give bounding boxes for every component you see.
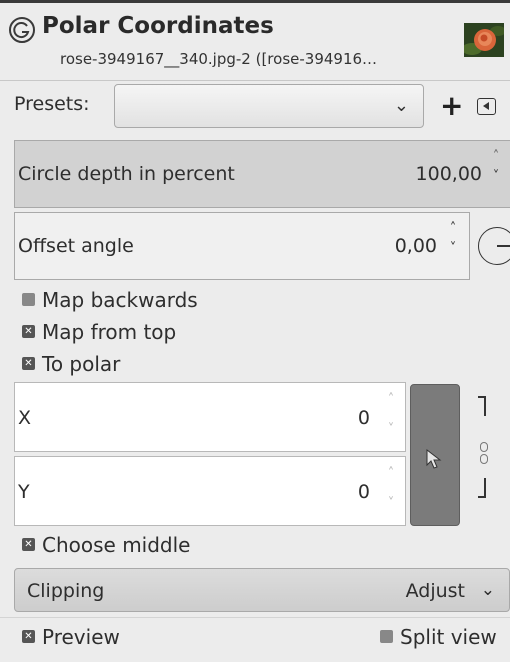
circle-depth-spinscale[interactable]: Circle depth in percent 100,00 ˄ ˅ [14,140,510,208]
pointer-icon [426,448,442,469]
chain-link-icon[interactable] [480,442,488,466]
checkbox-checked-icon[interactable]: ✕ [22,325,35,338]
offset-angle-spinscale[interactable]: Offset angle 0,00 ˄ ˅ [14,212,470,280]
presets-combobox[interactable]: ⌄ [114,84,424,128]
map-from-top-label: Map from top [42,320,177,344]
checkbox-checked-icon[interactable]: ✕ [22,630,35,643]
center-x-field[interactable]: X 0 ˄ ˅ [14,382,406,452]
presets-label: Presets: [14,93,90,115]
offset-angle-label: Offset angle [18,235,134,257]
chevron-down-icon: ⌄ [480,580,495,600]
y-stepper[interactable]: ˄ ˅ [381,459,401,519]
x-value[interactable]: 0 [358,407,370,429]
checkbox-icon[interactable] [380,630,393,643]
increment-icon[interactable]: ˄ [443,219,463,239]
header-separator [0,80,510,81]
decrement-icon[interactable]: ˅ [381,415,401,445]
increment-icon[interactable]: ˄ [381,459,401,489]
decrement-icon[interactable]: ˅ [486,167,506,187]
offset-angle-value[interactable]: 0,00 [395,235,437,257]
presets-menu-button[interactable] [477,98,496,115]
center-y-field[interactable]: Y 0 ˄ ˅ [14,456,406,526]
pick-coordinates-button[interactable] [410,384,460,526]
choose-middle-label: Choose middle [42,533,191,557]
polar-coordinates-icon [9,17,35,43]
chain-bracket-top [478,396,486,416]
circle-depth-stepper[interactable]: ˄ ˅ [486,147,506,187]
image-subtitle: rose-3949167__340.jpg-2 ([rose-394916… [60,50,378,68]
bottom-separator [0,617,510,618]
clipping-combobox[interactable]: Clipping Adjust ⌄ [14,568,510,612]
x-label: X [18,407,32,429]
clipping-label: Clipping [27,580,105,602]
angle-dial-icon[interactable] [478,227,510,265]
increment-icon[interactable]: ˄ [381,385,401,415]
preview-label: Preview [42,625,120,649]
checkbox-checked-icon[interactable]: ✕ [22,538,35,551]
dialog-title: Polar Coordinates [42,13,274,39]
to-polar-label: To polar [42,352,121,376]
dialog-header: Polar Coordinates rose-3949167__340.jpg-… [0,3,510,78]
y-label: Y [18,481,30,503]
circle-depth-label: Circle depth in percent [18,163,235,185]
offset-angle-stepper[interactable]: ˄ ˅ [443,219,463,259]
y-value[interactable]: 0 [358,481,370,503]
clipping-value: Adjust [405,580,465,602]
chain-bracket-bottom [478,478,486,498]
image-thumbnail [464,23,504,57]
map-backwards-label: Map backwards [42,288,198,312]
split-view-label: Split view [400,625,497,649]
checkbox-checked-icon[interactable]: ✕ [22,357,35,370]
decrement-icon[interactable]: ˅ [443,239,463,259]
checkbox-icon[interactable] [22,293,35,306]
increment-icon[interactable]: ˄ [486,147,506,167]
decrement-icon[interactable]: ˅ [381,489,401,519]
chevron-down-icon: ⌄ [393,95,409,116]
circle-depth-value[interactable]: 100,00 [416,163,482,185]
add-preset-button[interactable]: + [440,84,463,128]
x-stepper[interactable]: ˄ ˅ [381,385,401,445]
